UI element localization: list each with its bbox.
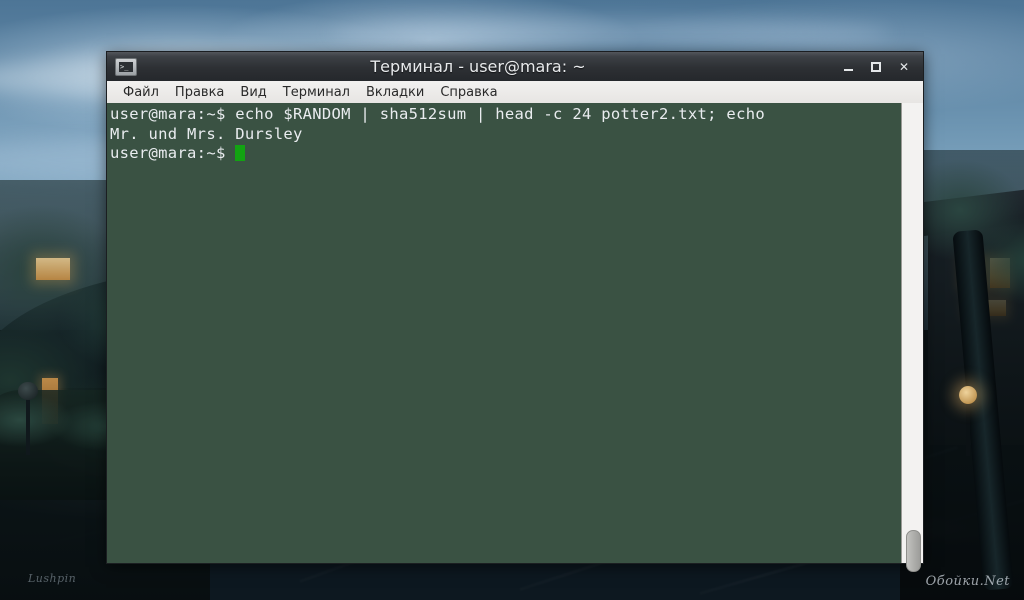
terminal-body[interactable]: user@mara:~$ echo $RANDOM | sha512sum | … xyxy=(106,103,924,572)
terminal-cursor xyxy=(235,145,246,161)
menu-item-terminal[interactable]: Терминал xyxy=(275,84,358,101)
window-controls[interactable]: ✕ xyxy=(841,60,917,74)
lamp-globe xyxy=(18,382,38,400)
menu-item-help[interactable]: Справка xyxy=(432,84,505,101)
maximize-icon xyxy=(871,61,881,72)
menu-item-view[interactable]: Вид xyxy=(232,84,274,101)
scrollbar-thumb[interactable] xyxy=(906,530,921,572)
terminal-scrollbar[interactable] xyxy=(901,103,923,572)
artist-signature-watermark: Lushpin xyxy=(28,572,77,585)
terminal-window[interactable]: >_ Терминал - user@mara: ~ ✕ Файл Правка… xyxy=(106,51,924,572)
maximize-button[interactable] xyxy=(869,60,883,74)
prompt-text: user@mara:~$ xyxy=(110,144,236,162)
lamp-post xyxy=(26,395,30,455)
menu-item-file[interactable]: Файл xyxy=(115,84,167,101)
site-watermark: Обойки.Net xyxy=(925,574,1010,589)
window-title: Терминал - user@mara: ~ xyxy=(370,57,586,76)
cloud-band xyxy=(330,18,890,48)
lamp-post xyxy=(966,400,970,456)
menu-item-tabs[interactable]: Вкладки xyxy=(358,84,432,101)
window-titlebar[interactable]: >_ Терминал - user@mara: ~ ✕ xyxy=(106,51,924,81)
terminal-line-output: Mr. und Mrs. Dursley xyxy=(110,124,303,143)
terminal-screen[interactable]: user@mara:~$ echo $RANDOM | sha512sum | … xyxy=(107,103,901,563)
menu-bar[interactable]: Файл Правка Вид Терминал Вкладки Справка xyxy=(106,81,924,103)
menu-item-edit[interactable]: Правка xyxy=(167,84,232,101)
desktop[interactable]: Lushpin Обойки.Net >_ Терминал - user@ma… xyxy=(0,0,1024,600)
terminal-line-command: user@mara:~$ echo $RANDOM | sha512sum | … xyxy=(110,105,765,123)
lamp-globe xyxy=(959,386,977,404)
close-button[interactable]: ✕ xyxy=(897,60,911,74)
minimize-button[interactable] xyxy=(841,60,855,74)
terminal-line-prompt: user@mara:~$ xyxy=(110,144,901,164)
minimize-icon xyxy=(843,68,853,71)
house-window-light xyxy=(36,258,70,280)
